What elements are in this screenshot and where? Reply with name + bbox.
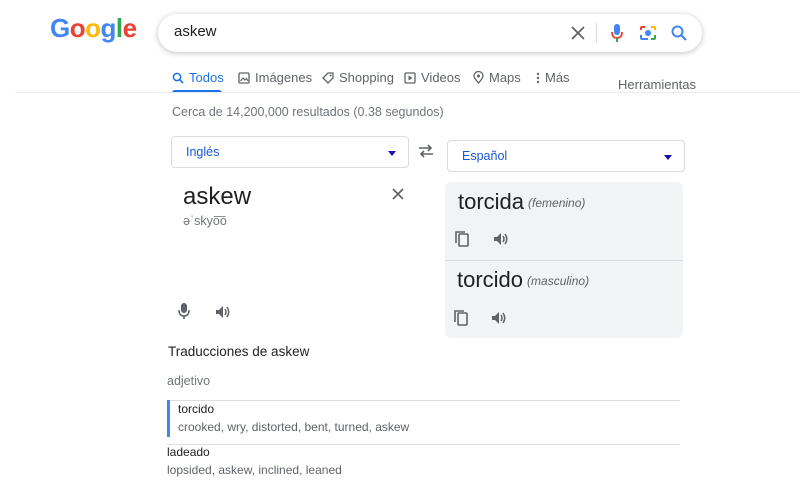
search-icon xyxy=(172,72,184,84)
tab-shopping[interactable]: Shopping xyxy=(322,70,394,85)
translation-word: torcida xyxy=(458,189,525,214)
gender-label: (femenino) xyxy=(528,196,586,211)
tabs-divider xyxy=(15,92,800,93)
source-language-select[interactable]: Inglés xyxy=(171,136,409,168)
source-text[interactable]: askew xyxy=(183,183,251,211)
entry-word: ladeado xyxy=(167,445,210,459)
swap-languages-icon[interactable] xyxy=(417,143,439,163)
tab-label: Videos xyxy=(421,70,461,85)
tab-imagenes[interactable]: Imágenes xyxy=(238,70,312,85)
translation-word: torcido xyxy=(457,267,524,292)
entry-synonyms: lopsided, askew, inclined, leaned xyxy=(167,463,342,477)
tag-icon xyxy=(322,71,334,84)
tab-label: Maps xyxy=(489,70,521,85)
tab-maps[interactable]: Maps xyxy=(473,70,521,85)
speaker-icon[interactable] xyxy=(490,310,510,330)
speaker-icon[interactable] xyxy=(214,304,236,324)
entry-word: torcido xyxy=(178,402,215,416)
tab-videos[interactable]: Videos xyxy=(404,70,461,85)
more-vert-icon xyxy=(536,72,540,83)
result-stats: Cerca de 14,200,000 resultados (0.38 seg… xyxy=(172,105,444,119)
logo-letter: g xyxy=(100,13,117,43)
lens-icon[interactable] xyxy=(637,22,659,44)
source-phonetic: əˈskyo͞o xyxy=(183,214,227,228)
translation-feminine: torcida (femenino) xyxy=(458,189,585,215)
tools-button[interactable]: Herramientas xyxy=(618,77,696,92)
search-divider xyxy=(596,23,597,43)
translation-entry[interactable]: torcido crooked, wry, distorted, bent, t… xyxy=(167,400,680,437)
tab-label: Shopping xyxy=(339,70,394,85)
clear-icon[interactable] xyxy=(567,22,589,44)
mic-icon[interactable] xyxy=(177,302,195,322)
translation-entry[interactable]: ladeado lopsided, askew, inclined, leane… xyxy=(167,445,680,479)
part-of-speech: adjetivo xyxy=(167,374,211,388)
logo-letter: o xyxy=(85,13,101,43)
pin-icon xyxy=(473,71,484,84)
clear-source-icon[interactable] xyxy=(391,187,411,207)
entry-synonyms: crooked, wry, distorted, bent, turned, a… xyxy=(178,420,410,434)
logo-letter: G xyxy=(50,13,70,43)
tab-label: Todos xyxy=(189,70,224,85)
caret-down-icon xyxy=(388,151,396,156)
gender-label: (masculino) xyxy=(527,274,590,289)
tab-label: Imágenes xyxy=(255,70,313,85)
search-box[interactable]: askew xyxy=(158,14,702,52)
image-icon xyxy=(238,71,250,84)
copy-icon[interactable] xyxy=(453,309,473,329)
tab-mas[interactable]: Más xyxy=(536,70,570,85)
translation-result-panel: torcida (femenino) torcido (masculino) xyxy=(445,182,683,338)
logo-letter: l xyxy=(115,13,123,43)
translation-masculine: torcido (masculino) xyxy=(457,267,589,293)
copy-icon[interactable] xyxy=(454,230,474,250)
translations-heading: Traducciones de askew xyxy=(168,344,310,359)
play-icon xyxy=(404,71,416,84)
tab-label: Más xyxy=(545,70,570,85)
result-divider xyxy=(445,260,683,261)
target-language-select[interactable]: Español xyxy=(447,140,685,172)
google-logo[interactable]: Google xyxy=(50,13,137,44)
source-language-label: Inglés xyxy=(186,145,220,159)
tab-todos[interactable]: Todos xyxy=(172,70,224,85)
logo-letter: o xyxy=(69,13,86,43)
mic-icon[interactable] xyxy=(606,22,628,44)
caret-down-icon xyxy=(664,155,672,160)
logo-letter: e xyxy=(122,13,137,43)
speaker-icon[interactable] xyxy=(492,231,512,251)
search-input[interactable]: askew xyxy=(174,23,217,40)
search-icon[interactable] xyxy=(668,22,690,44)
target-language-label: Español xyxy=(462,149,508,163)
